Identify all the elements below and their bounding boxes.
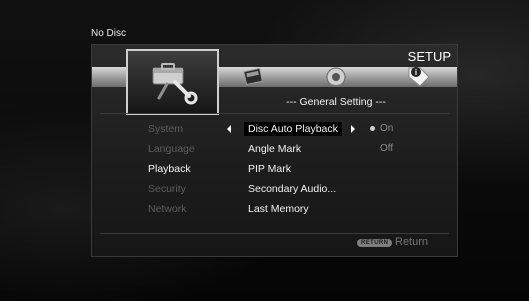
setting-list: Disc Auto Playback Angle Mark PIP Mark S…: [227, 119, 355, 219]
option-label: On: [380, 123, 394, 134]
arrow-left-icon: [227, 125, 231, 133]
setting-angle-mark[interactable]: Angle Mark: [248, 139, 342, 159]
speaker-icon: [326, 67, 346, 87]
arrow-right-icon: [351, 125, 355, 133]
film-clapper-icon: [243, 67, 263, 86]
setting-pip-mark[interactable]: PIP Mark: [248, 159, 342, 179]
disc-status: No Disc: [91, 28, 127, 39]
svg-text:i: i: [415, 68, 417, 77]
category-network[interactable]: Network: [148, 199, 195, 219]
info-tag-icon: i: [408, 67, 430, 87]
divider: [100, 113, 449, 114]
return-label[interactable]: Return: [395, 236, 428, 248]
setting-secondary-audio[interactable]: Secondary Audio...: [248, 179, 342, 199]
page-title: SETUP: [407, 49, 451, 64]
option-off[interactable]: Off: [368, 139, 393, 159]
divider: [100, 233, 449, 234]
setting-label: PIP Mark: [248, 163, 291, 175]
setting-label: Angle Mark: [248, 143, 302, 155]
category-system[interactable]: System: [148, 119, 195, 139]
tab-audio[interactable]: [324, 65, 348, 94]
setting-disc-auto-playback[interactable]: Disc Auto Playback: [227, 119, 355, 139]
toolbox-wrench-icon: [152, 63, 197, 105]
value-list: On Off: [368, 119, 393, 159]
tab-general-setting[interactable]: [126, 49, 219, 115]
category-list: System Language Playback Security Networ…: [148, 119, 195, 219]
radio-selected-icon: [370, 126, 375, 131]
setting-label: Disc Auto Playback: [244, 122, 342, 136]
tab-information[interactable]: i: [406, 63, 432, 94]
category-playback[interactable]: Playback: [148, 159, 195, 179]
option-on[interactable]: On: [368, 119, 393, 139]
setting-label: Secondary Audio...: [248, 183, 337, 195]
category-language[interactable]: Language: [148, 139, 195, 159]
tab-video[interactable]: [242, 65, 264, 92]
setup-panel: SETUP i --- General Setting --- System L…: [91, 44, 458, 257]
option-label: Off: [380, 143, 394, 154]
setting-label: Last Memory: [248, 203, 309, 215]
return-key-icon: RETURN: [357, 239, 393, 247]
section-title: --- General Setting ---: [286, 96, 386, 108]
setting-last-memory[interactable]: Last Memory: [248, 199, 342, 219]
category-security[interactable]: Security: [148, 179, 195, 199]
